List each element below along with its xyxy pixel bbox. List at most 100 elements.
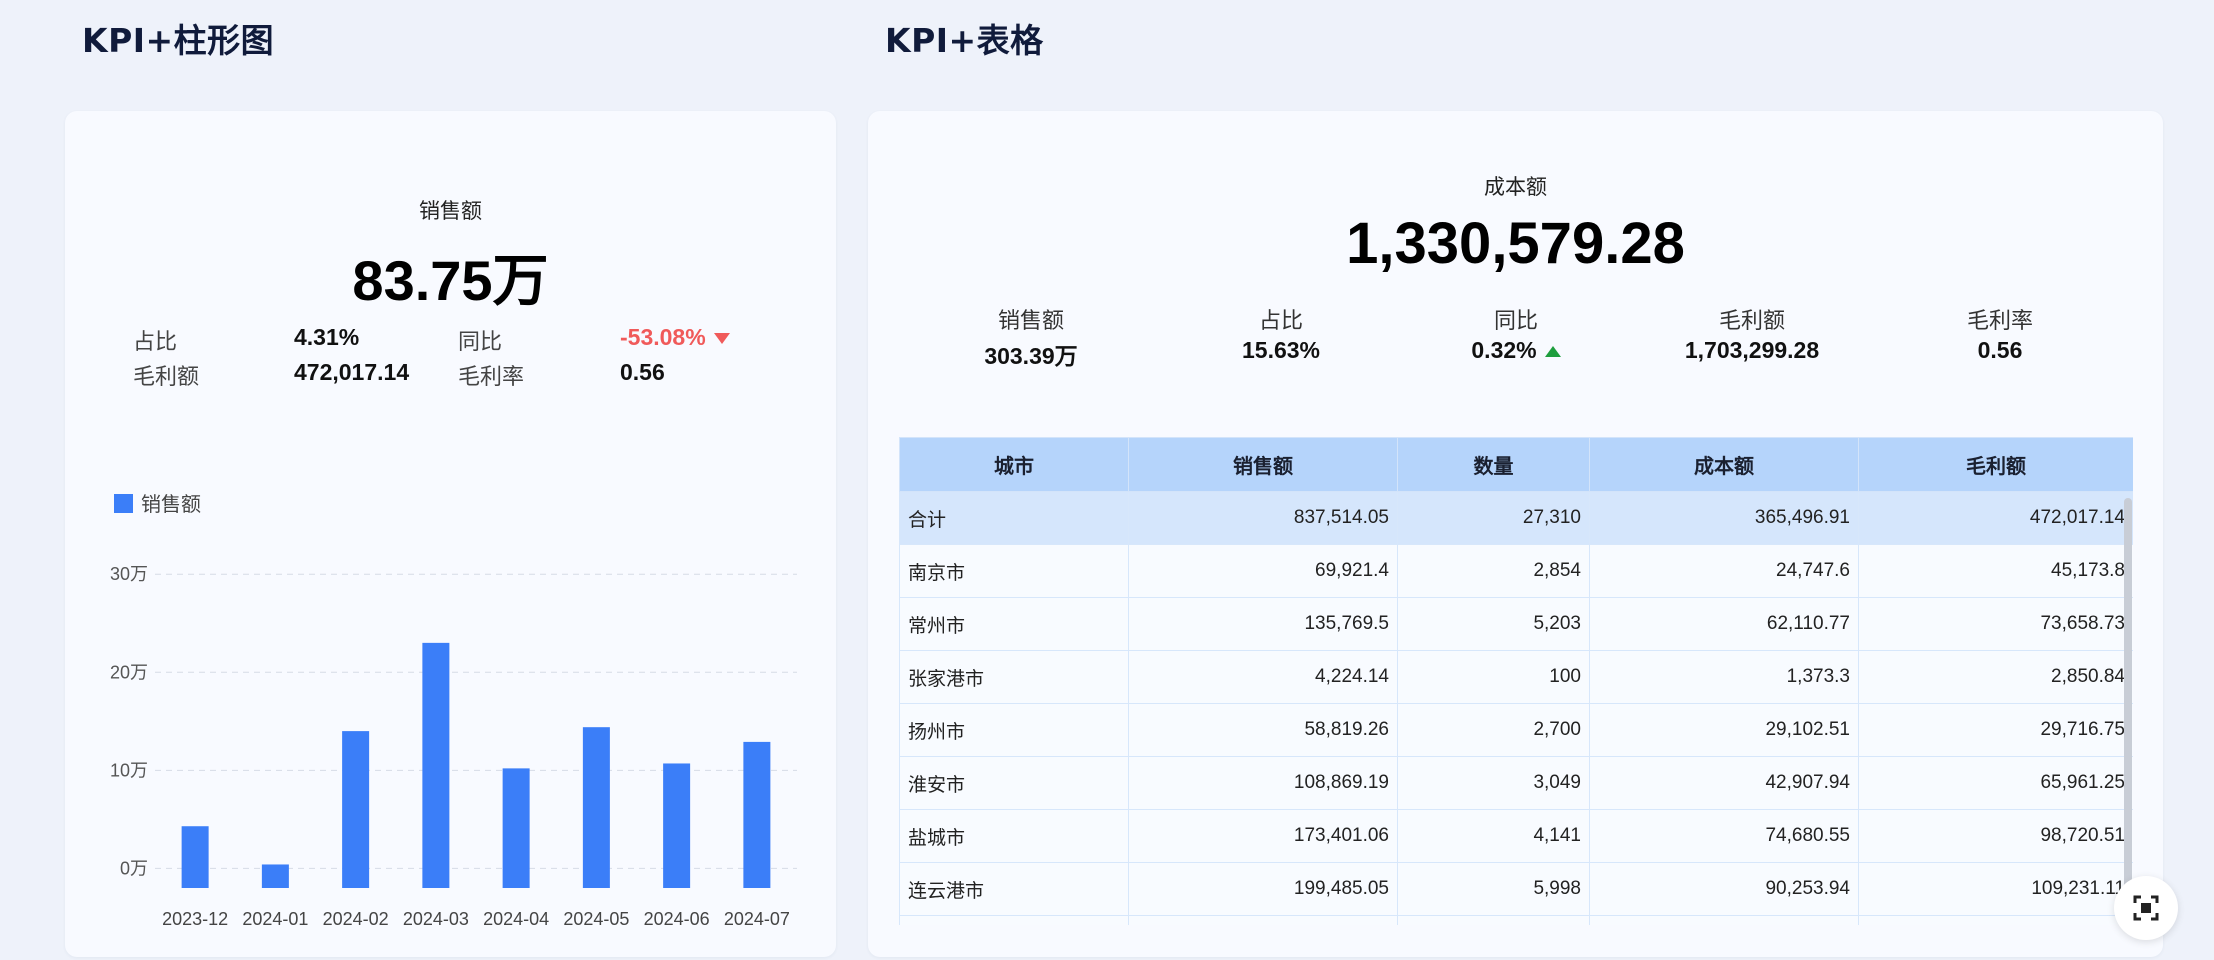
table-cell: 837,514.05: [1128, 491, 1398, 545]
y-tick-label: 10万: [110, 760, 148, 780]
table-cell: 合计: [899, 491, 1129, 545]
sub-kpi-sales: 销售额 303.39万: [901, 303, 1161, 371]
table-row[interactable]: 淮安市 108,869.19 3,049 42,907.94 65,961.25: [899, 756, 2133, 810]
sub-kpi-yoy-label: 同比: [1493, 309, 1538, 334]
y-tick-label: 20万: [110, 662, 148, 682]
share-value: 4.31%: [294, 324, 360, 350]
y-tick-label: 30万: [110, 564, 148, 584]
gross-profit-value: 472,017.14: [294, 359, 410, 385]
bar: [422, 642, 450, 888]
x-tick-label: 2024-07: [724, 909, 790, 929]
table-cell: 张家港市: [899, 650, 1129, 704]
table-cell: 常州市: [899, 597, 1129, 651]
yoy-value-text: -53.08%: [620, 324, 706, 350]
table-cell: 2,850.84: [1858, 650, 2133, 704]
gross-margin-value: 0.56: [620, 359, 665, 385]
sub-kpi-gross-margin-label: 毛利率: [1966, 309, 2033, 334]
table-row[interactable]: 连云港市 199,485.05 5,998 90,253.94 109,231.…: [899, 862, 2133, 916]
legend-swatch: [114, 494, 133, 513]
city-data-table[interactable]: 城市 销售额 数量 成本额 毛利额 合计 837,514.05 27,310 3…: [899, 437, 2133, 925]
table-header-row: 城市 销售额 数量 成本额 毛利额: [899, 437, 2133, 492]
table-cell: [899, 915, 1129, 925]
right-kpi-label: 成本额: [1484, 175, 1547, 199]
table-cell: 69,921.4: [1128, 544, 1398, 598]
yoy-value: -53.08%: [620, 324, 730, 351]
table-cell: 65,961.25: [1858, 756, 2133, 810]
gross-margin-label: 毛利率: [458, 365, 525, 390]
table-cell: 5,998: [1397, 862, 1590, 916]
table-cell: 98,720.51: [1858, 809, 2133, 863]
table-cell: [1858, 915, 2133, 925]
sub-kpi-share-value: 15.63%: [1241, 337, 1320, 363]
table-cell: 27,310: [1397, 491, 1590, 545]
bar: [663, 763, 691, 888]
trend-down-icon: [713, 333, 730, 345]
table-cell: 42,907.94: [1589, 756, 1859, 810]
sub-kpi-yoy-text: 0.32%: [1471, 337, 1537, 363]
share-label: 占比: [133, 330, 178, 355]
bar: [342, 731, 370, 888]
table-cell: 淮安市: [899, 756, 1129, 810]
column-header-cost[interactable]: 成本额: [1589, 437, 1859, 492]
table-cell: 135,769.5: [1128, 597, 1398, 651]
table-total-row[interactable]: 合计 837,514.05 27,310 365,496.91 472,017.…: [899, 491, 2133, 545]
table-row[interactable]: 张家港市 4,224.14 100 1,373.3 2,850.84: [899, 650, 2133, 704]
legend-label: 销售额: [141, 492, 201, 516]
table-cell: 62,110.77: [1589, 597, 1859, 651]
bar: [743, 741, 771, 888]
table-cell: 1,373.3: [1589, 650, 1859, 704]
table-cell: 45,173.8: [1858, 544, 2133, 598]
left-section-title: KPI+柱形图: [82, 21, 275, 60]
table-cell: 南京市: [899, 544, 1129, 598]
table-row-partial[interactable]: [899, 915, 2133, 925]
table-cell: 4,224.14: [1128, 650, 1398, 704]
table-cell: 3,049: [1397, 756, 1590, 810]
table-cell: 173,401.06: [1128, 809, 1398, 863]
table-row[interactable]: 南京市 69,921.4 2,854 24,747.6 45,173.8: [899, 544, 2133, 598]
table-cell: 73,658.73: [1858, 597, 2133, 651]
gross-profit-label: 毛利额: [133, 365, 200, 390]
column-header-city[interactable]: 城市: [899, 437, 1129, 492]
table-cell: 199,485.05: [1128, 862, 1398, 916]
table-row[interactable]: 常州市 135,769.5 5,203 62,110.77 73,658.73: [899, 597, 2133, 651]
right-section-title: KPI+表格: [885, 21, 1044, 60]
table-row[interactable]: 盐城市 173,401.06 4,141 74,680.55 98,720.51: [899, 809, 2133, 863]
x-tick-label: 2024-06: [644, 909, 710, 929]
bar: [261, 864, 289, 888]
table-row[interactable]: 扬州市 58,819.26 2,700 29,102.51 29,716.75: [899, 703, 2133, 757]
table-cell: 4,141: [1397, 809, 1590, 863]
table-cell: 100: [1397, 650, 1590, 704]
table-cell: 472,017.14: [1858, 491, 2133, 545]
sub-kpi-gross-profit-label: 毛利额: [1718, 309, 1785, 334]
sub-kpi-share-label: 占比: [1258, 309, 1303, 334]
sub-kpi-gross-profit-value: 1,703,299.28: [1684, 337, 1820, 363]
table-cell: 90,253.94: [1589, 862, 1859, 916]
table-cell: [1589, 915, 1859, 925]
trend-up-icon: [1544, 346, 1561, 358]
table-cell: 29,102.51: [1589, 703, 1859, 757]
table-cell: 5,203: [1397, 597, 1590, 651]
column-header-quantity[interactable]: 数量: [1397, 437, 1590, 492]
column-header-sales[interactable]: 销售额: [1128, 437, 1398, 492]
table-cell: 连云港市: [899, 862, 1129, 916]
x-tick-label: 2024-04: [483, 909, 549, 929]
left-kpi-value: 83.75万: [352, 249, 549, 312]
bar: [582, 727, 610, 888]
sales-bar-chart: 销售额 0万 10万 20万 30万 2023-12 2024-01 2024-02 2024-…: [110, 492, 797, 929]
table-cell: 58,819.26: [1128, 703, 1398, 757]
table-cell: 盐城市: [899, 809, 1129, 863]
table-cell: 2,854: [1397, 544, 1590, 598]
yoy-label: 同比: [458, 330, 503, 355]
sub-kpi-gross-margin-value: 0.56: [1977, 337, 2023, 363]
fullscreen-button[interactable]: [2114, 876, 2178, 940]
sub-kpi-gross-margin: 毛利率 0.56: [1870, 303, 2130, 364]
x-tick-label: 2024-02: [323, 909, 389, 929]
table-cell: 365,496.91: [1589, 491, 1859, 545]
sub-kpi-sales-label: 销售额: [997, 309, 1064, 334]
column-header-gross-profit[interactable]: 毛利额: [1858, 437, 2133, 492]
x-tick-label: 2024-01: [242, 909, 308, 929]
sub-kpi-gross-profit: 毛利额 1,703,299.28: [1622, 303, 1882, 364]
table-cell: 109,231.11: [1858, 862, 2133, 916]
table-scrollbar[interactable]: [2124, 498, 2132, 918]
table-cell: 扬州市: [899, 703, 1129, 757]
